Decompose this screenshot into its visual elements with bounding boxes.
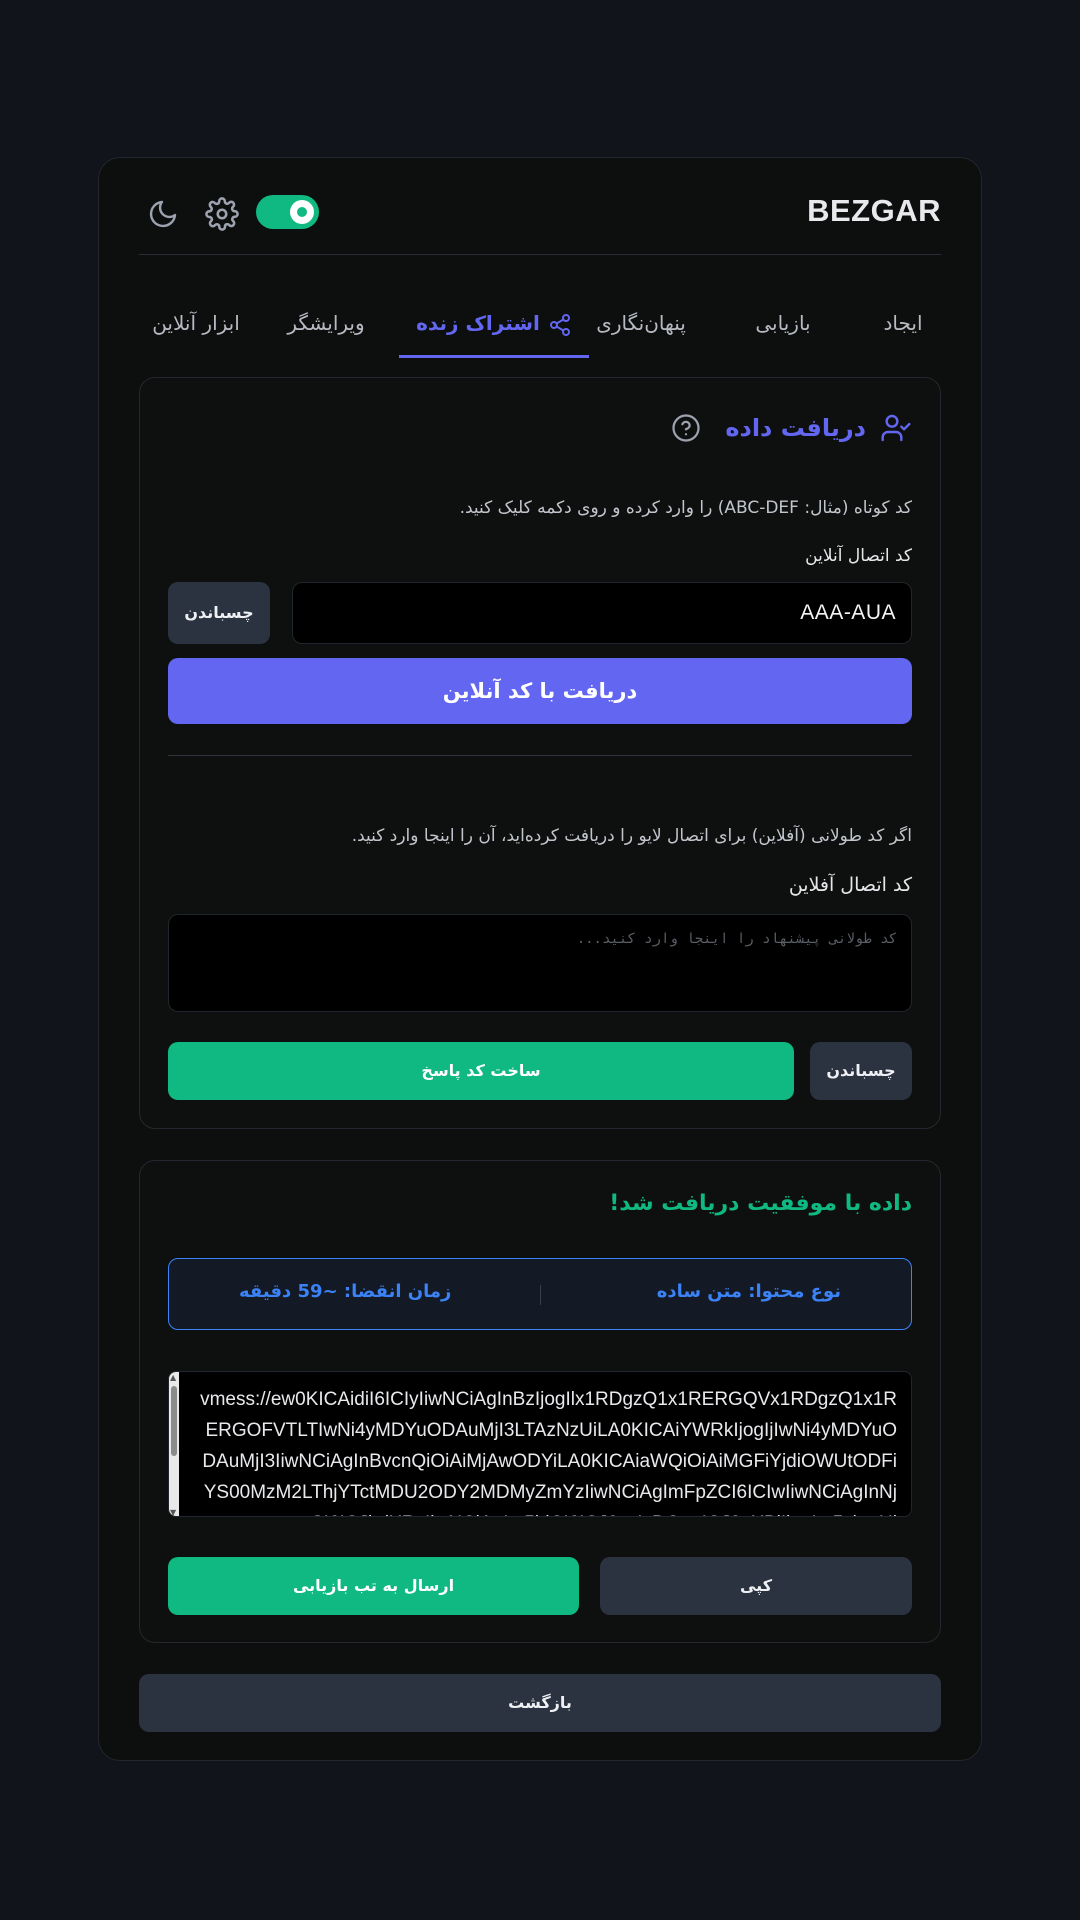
info-separator <box>540 1285 541 1305</box>
tab-editor[interactable]: ویرایشگر <box>261 293 391 358</box>
receive-title: دریافت داده <box>671 408 912 448</box>
app-container: BEZGAR ایجاد بازیابی پنهان‌نگاری اشتراک … <box>98 157 982 1761</box>
payload-textarea[interactable]: vmess://ew0KICAidiI6ICIyIiwNCiAgInBzIjog… <box>168 1371 912 1517</box>
receive-card: دریافت داده کد کوتاه (مثال: ABC-DEF) را … <box>139 377 941 1129</box>
moon-icon[interactable] <box>147 198 179 230</box>
payload-text: vmess://ew0KICAidiI6ICIyIiwNCiAgInBzIjog… <box>200 1389 897 1516</box>
online-code-input[interactable]: AAA-AUA <box>292 582 912 644</box>
paste-offline-button[interactable]: چسباندن <box>810 1042 912 1100</box>
tab-steganography[interactable]: پنهان‌نگاری <box>571 293 711 358</box>
offline-code-textarea[interactable]: کد طولانی پیشنهاد را اینجا وارد کنید... <box>168 914 912 1012</box>
help-icon[interactable] <box>671 413 701 443</box>
info-box: نوع محتوا: متن ساده زمان انقضا: ~59 دقیق… <box>168 1258 912 1330</box>
create-reply-button[interactable]: ساخت کد پاسخ <box>168 1042 794 1100</box>
tab-restore[interactable]: بازیابی <box>715 293 851 358</box>
tab-bar: ایجاد بازیابی پنهان‌نگاری اشتراک زنده وی… <box>139 293 941 358</box>
receive-online-button[interactable]: دریافت با کد آنلاین <box>168 658 912 724</box>
online-code-label: کد اتصال آنلاین <box>805 546 912 566</box>
scroll-down-icon[interactable]: ▼ <box>170 1508 176 1516</box>
theme-toggle[interactable] <box>256 195 319 229</box>
expiry-time: زمان انقضا: ~59 دقیقه <box>239 1281 452 1302</box>
share-icon <box>549 313 570 336</box>
gear-icon[interactable] <box>205 197 239 231</box>
send-to-restore-button[interactable]: ارسال به تب بازیابی <box>168 1557 579 1615</box>
paste-online-button[interactable]: چسباندن <box>168 582 270 644</box>
scroll-up-icon[interactable]: ▲ <box>170 1373 176 1382</box>
user-check-icon <box>881 414 911 442</box>
payload-scrollbar[interactable]: ▲ ▼ <box>169 1372 179 1516</box>
content-type: نوع محتوا: متن ساده <box>656 1281 841 1302</box>
offline-code-label: کد اتصال آفلاین <box>788 874 912 896</box>
divider <box>168 755 912 756</box>
header: BEZGAR <box>139 158 941 255</box>
online-instruction: کد کوتاه (مثال: ABC-DEF) را وارد کرده و … <box>459 498 912 518</box>
back-button[interactable]: بازگشت <box>139 1674 941 1732</box>
tab-live-share[interactable]: اشتراک زنده <box>399 293 589 358</box>
toggle-knob <box>290 200 314 224</box>
tab-create[interactable]: ایجاد <box>865 293 941 358</box>
copy-button[interactable]: کپی <box>600 1557 912 1615</box>
tab-online-tools[interactable]: ابزار آنلاین <box>137 293 255 358</box>
result-card: داده با موفقیت دریافت شد! نوع محتوا: متن… <box>139 1160 941 1643</box>
scroll-thumb[interactable] <box>171 1386 177 1456</box>
success-title: داده با موفقیت دریافت شد! <box>609 1191 912 1216</box>
offline-instruction: اگر کد طولانی (آفلاین) برای اتصال لایو ر… <box>351 826 912 846</box>
brand-logo: BEZGAR <box>807 193 941 228</box>
